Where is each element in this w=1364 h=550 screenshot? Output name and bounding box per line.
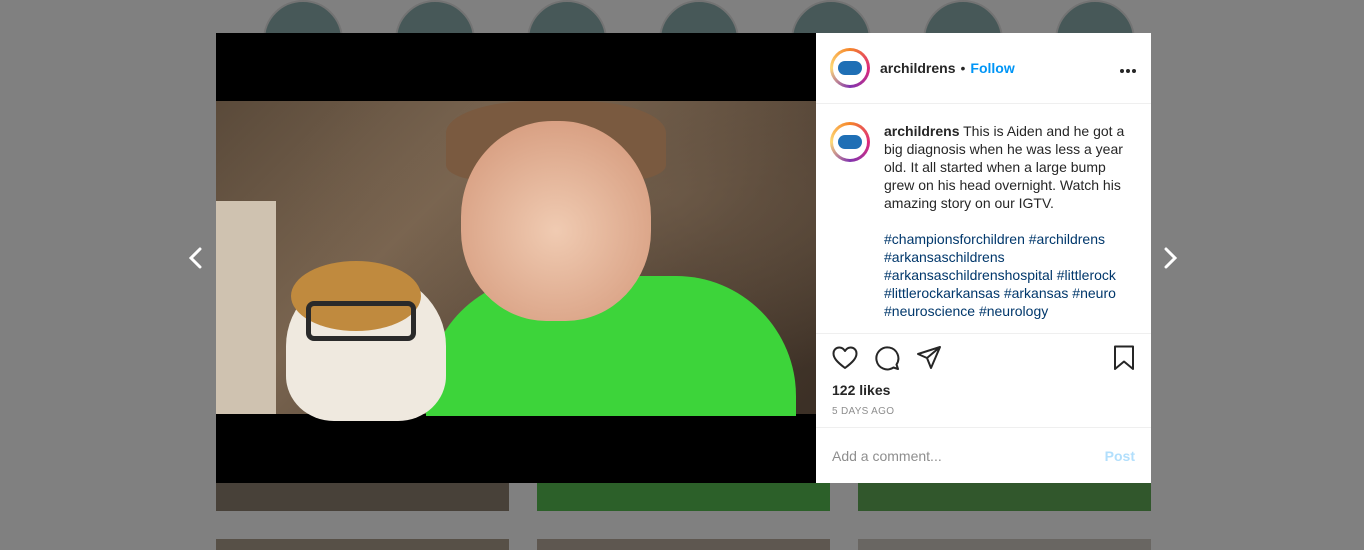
- post-header: archildrens • Follow: [816, 33, 1151, 104]
- caption-username[interactable]: archildrens: [884, 123, 959, 139]
- paper-plane-icon[interactable]: [916, 345, 942, 371]
- chevron-right-icon[interactable]: [1157, 245, 1183, 271]
- separator-dot: •: [960, 60, 966, 76]
- likes-count[interactable]: 122 likes: [816, 382, 1151, 402]
- header-username[interactable]: archildrens: [880, 60, 955, 76]
- chevron-left-icon[interactable]: [183, 245, 209, 271]
- post-timestamp[interactable]: 5 DAYS AGO: [816, 402, 1151, 428]
- post-side-panel: archildrens • Follow archildrens This is…: [816, 33, 1151, 483]
- caption-hashtags[interactable]: #championsforchildren #archildrens #arka…: [884, 230, 1129, 320]
- caption-body: archildrens This is Aiden and he got a b…: [884, 122, 1129, 320]
- post-photo: [216, 101, 816, 421]
- follow-button[interactable]: Follow: [970, 60, 1014, 76]
- post-modal: archildrens • Follow archildrens This is…: [216, 33, 1151, 483]
- avatar[interactable]: [830, 48, 870, 88]
- avatar[interactable]: [830, 122, 870, 162]
- caption: archildrens This is Aiden and he got a b…: [830, 122, 1137, 320]
- post-actions: [816, 334, 1151, 382]
- bookmark-icon[interactable]: [1113, 345, 1135, 371]
- comments-section: archildrens This is Aiden and he got a b…: [816, 104, 1151, 334]
- post-media[interactable]: [216, 33, 816, 483]
- post-comment-button[interactable]: Post: [1105, 448, 1135, 464]
- more-options-icon[interactable]: [1119, 58, 1137, 79]
- heart-icon[interactable]: [832, 346, 858, 370]
- comment-input[interactable]: Add a comment...: [832, 448, 1105, 464]
- comment-icon[interactable]: [874, 345, 900, 371]
- add-comment-form: Add a comment... Post: [816, 428, 1151, 483]
